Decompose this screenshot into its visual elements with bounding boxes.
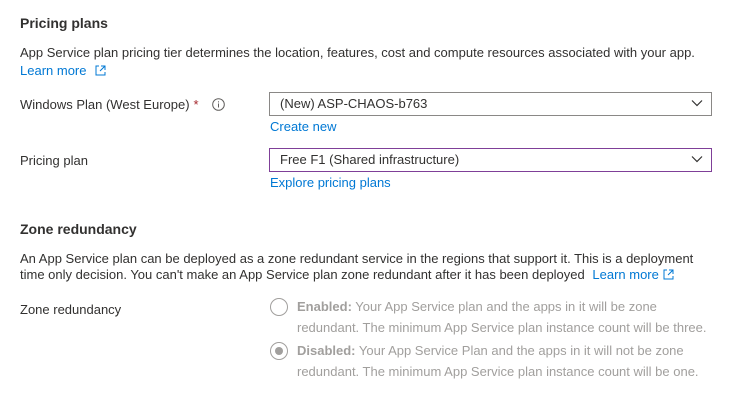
zone-learn-more-link[interactable]: Learn more xyxy=(592,267,658,282)
zone-enabled-line2: redundant. The minimum App Service plan … xyxy=(297,320,707,335)
pricing-plans-heading: Pricing plans xyxy=(20,15,108,31)
pricing-plan-label: Pricing plan xyxy=(20,153,88,168)
external-link-icon xyxy=(663,269,674,280)
pricing-learn-more-link[interactable]: Learn more xyxy=(20,62,106,80)
pricing-plan-dropdown[interactable]: Free F1 (Shared infrastructure) xyxy=(269,148,712,172)
windows-plan-label: Windows Plan (West Europe) * xyxy=(20,96,226,113)
chevron-down-icon xyxy=(691,156,703,163)
zone-disabled-line2: redundant. The minimum App Service plan … xyxy=(297,364,699,379)
zone-description-line2: time only decision. You can't make an Ap… xyxy=(20,266,740,283)
zone-enabled-line1: Your App Service plan and the apps in it… xyxy=(355,299,657,314)
zone-redundancy-heading: Zone redundancy xyxy=(20,221,137,237)
zone-enabled-radio[interactable] xyxy=(270,298,288,316)
create-new-link[interactable]: Create new xyxy=(270,118,336,135)
pricing-learn-more-label[interactable]: Learn more xyxy=(20,63,86,78)
pricing-plan-value: Free F1 (Shared infrastructure) xyxy=(280,152,460,167)
info-icon[interactable] xyxy=(212,98,226,111)
windows-plan-label-text: Windows Plan (West Europe) xyxy=(20,97,190,112)
zone-redundancy-label: Zone redundancy xyxy=(20,302,122,317)
pricing-description: App Service plan pricing tier determines… xyxy=(20,45,695,60)
zone-disabled-radio[interactable] xyxy=(270,342,288,360)
windows-plan-value: (New) ASP-CHAOS-b763 xyxy=(280,96,428,111)
zone-disabled-bold: Disabled: xyxy=(297,343,356,358)
zone-enabled-bold: Enabled: xyxy=(297,299,352,314)
zone-disabled-line1: Your App Service Plan and the apps in it… xyxy=(358,343,684,358)
zone-description-line2-text: time only decision. You can't make an Ap… xyxy=(20,267,585,282)
zone-disabled-option[interactable]: Disabled: Your App Service Plan and the … xyxy=(297,340,737,382)
radio-selected-dot xyxy=(275,347,283,355)
external-link-icon xyxy=(95,65,106,76)
zone-description-line1: An App Service plan can be deployed as a… xyxy=(20,251,694,266)
zone-enabled-option[interactable]: Enabled: Your App Service plan and the a… xyxy=(297,296,737,338)
required-marker: * xyxy=(193,97,199,112)
windows-plan-dropdown[interactable]: (New) ASP-CHAOS-b763 xyxy=(269,92,712,116)
explore-pricing-plans-link[interactable]: Explore pricing plans xyxy=(270,174,391,191)
chevron-down-icon xyxy=(691,100,703,107)
